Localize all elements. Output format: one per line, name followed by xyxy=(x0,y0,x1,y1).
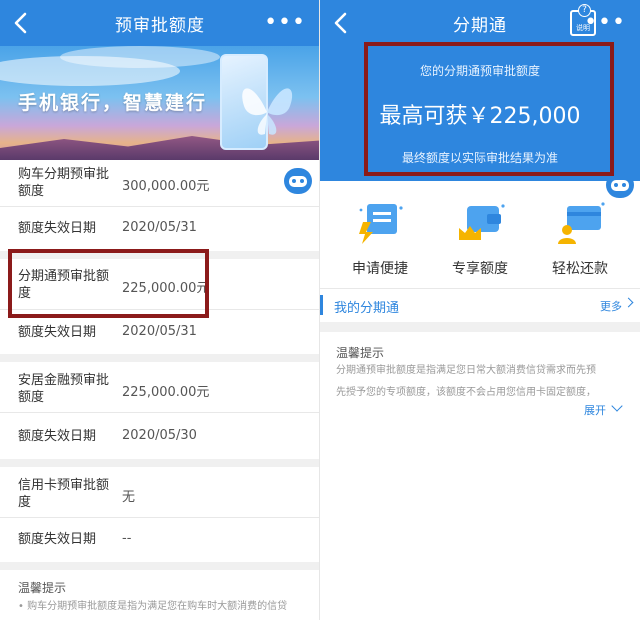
list-item: 额度失效日期 2020/05/30 xyxy=(0,413,320,459)
right-phone-screen: 分期通 ? 说明 ••• 您的分期通预审批额度 最高可获￥225,000 最终额… xyxy=(320,0,640,620)
left-phone-screen: 预审批额度 ••• 手机银行，智慧建行 购车分期预审批额度 300,000.00… xyxy=(0,0,320,620)
my-installment-row[interactable]: 我的分期通 更多 xyxy=(320,288,640,322)
expand-link[interactable]: 展开 xyxy=(584,402,606,418)
back-arrow-icon[interactable] xyxy=(330,11,354,35)
tips-title: 温馨提示 xyxy=(18,581,67,595)
feature-exclusive-quota[interactable]: 专享额度 xyxy=(430,200,530,278)
section-gap xyxy=(0,562,320,570)
section-gap xyxy=(0,459,320,467)
section-accent-bar xyxy=(320,295,323,315)
row-value: 2020/05/30 xyxy=(122,428,197,443)
wallet-crown-icon xyxy=(459,204,505,240)
cloud-decoration xyxy=(60,46,220,68)
highlight-box xyxy=(364,42,614,176)
row-label: 购车分期预审批额度 xyxy=(18,167,110,199)
banner-slogan: 手机银行，智慧建行 xyxy=(18,92,208,114)
card-person-icon xyxy=(558,202,605,244)
row-value: 300,000.00元 xyxy=(122,179,210,194)
back-arrow-icon[interactable] xyxy=(10,11,34,35)
list-item: 安居金融预审批额度 225,000.00元 xyxy=(0,362,320,412)
feature-label: 专享额度 xyxy=(452,261,508,277)
row-label: 额度失效日期 xyxy=(18,221,97,236)
row-value: 2020/05/31 xyxy=(122,220,197,235)
tips-line: 先授予您的专项额度，该额度不会占用您信用卡固定额度， xyxy=(336,387,596,398)
page-title: 预审批额度 xyxy=(115,15,205,36)
feature-easy-repay[interactable]: 轻松还款 xyxy=(530,200,630,278)
list-item: 购车分期预审批额度 300,000.00元 xyxy=(0,160,320,206)
feature-label: 轻松还款 xyxy=(552,261,608,277)
tips-title: 温馨提示 xyxy=(336,346,385,360)
chevron-right-icon xyxy=(623,297,634,308)
row-label: 额度失效日期 xyxy=(18,325,97,340)
row-value: 225,000.00元 xyxy=(122,385,210,400)
receipt-lightning-icon xyxy=(359,204,403,244)
tips-body: • 购车分期预审批额度是指为满足您在购车时大额消费的信贷 xyxy=(18,601,288,612)
list-item: 额度失效日期 2020/05/31 xyxy=(0,207,320,251)
row-label: 额度失效日期 xyxy=(18,429,97,444)
more-link[interactable]: 更多 xyxy=(600,298,622,314)
more-options-icon[interactable]: ••• xyxy=(264,12,306,34)
row-value: 无 xyxy=(122,490,136,505)
page-title: 分期通 xyxy=(453,15,507,36)
robot-assistant-icon[interactable] xyxy=(284,168,312,194)
section-title: 我的分期通 xyxy=(334,301,400,316)
right-nav-bar: 分期通 ? 说明 ••• xyxy=(320,0,640,46)
row-value: -- xyxy=(122,531,132,546)
section-gap xyxy=(0,354,320,362)
section-gap xyxy=(320,322,640,332)
more-options-icon[interactable]: ••• xyxy=(584,12,626,34)
row-label: 信用卡预审批额度 xyxy=(18,478,110,510)
row-value: 2020/05/31 xyxy=(122,324,197,339)
highlight-box xyxy=(8,249,209,318)
feature-label: 申请便捷 xyxy=(352,261,408,277)
promo-banner[interactable]: 手机银行，智慧建行 xyxy=(0,46,320,160)
row-label: 额度失效日期 xyxy=(18,532,97,547)
list-item: 额度失效日期 -- xyxy=(0,518,320,562)
list-item: 信用卡预审批额度 无 xyxy=(0,467,320,517)
butterfly-icon xyxy=(242,88,293,135)
left-nav-bar: 预审批额度 ••• xyxy=(0,0,320,46)
tips-line: 分期通预审批额度是指满足您日常大额消费信贷需求而先预 xyxy=(336,365,596,376)
row-label: 安居金融预审批额度 xyxy=(18,373,110,405)
feature-apply-easy[interactable]: 申请便捷 xyxy=(330,200,430,278)
